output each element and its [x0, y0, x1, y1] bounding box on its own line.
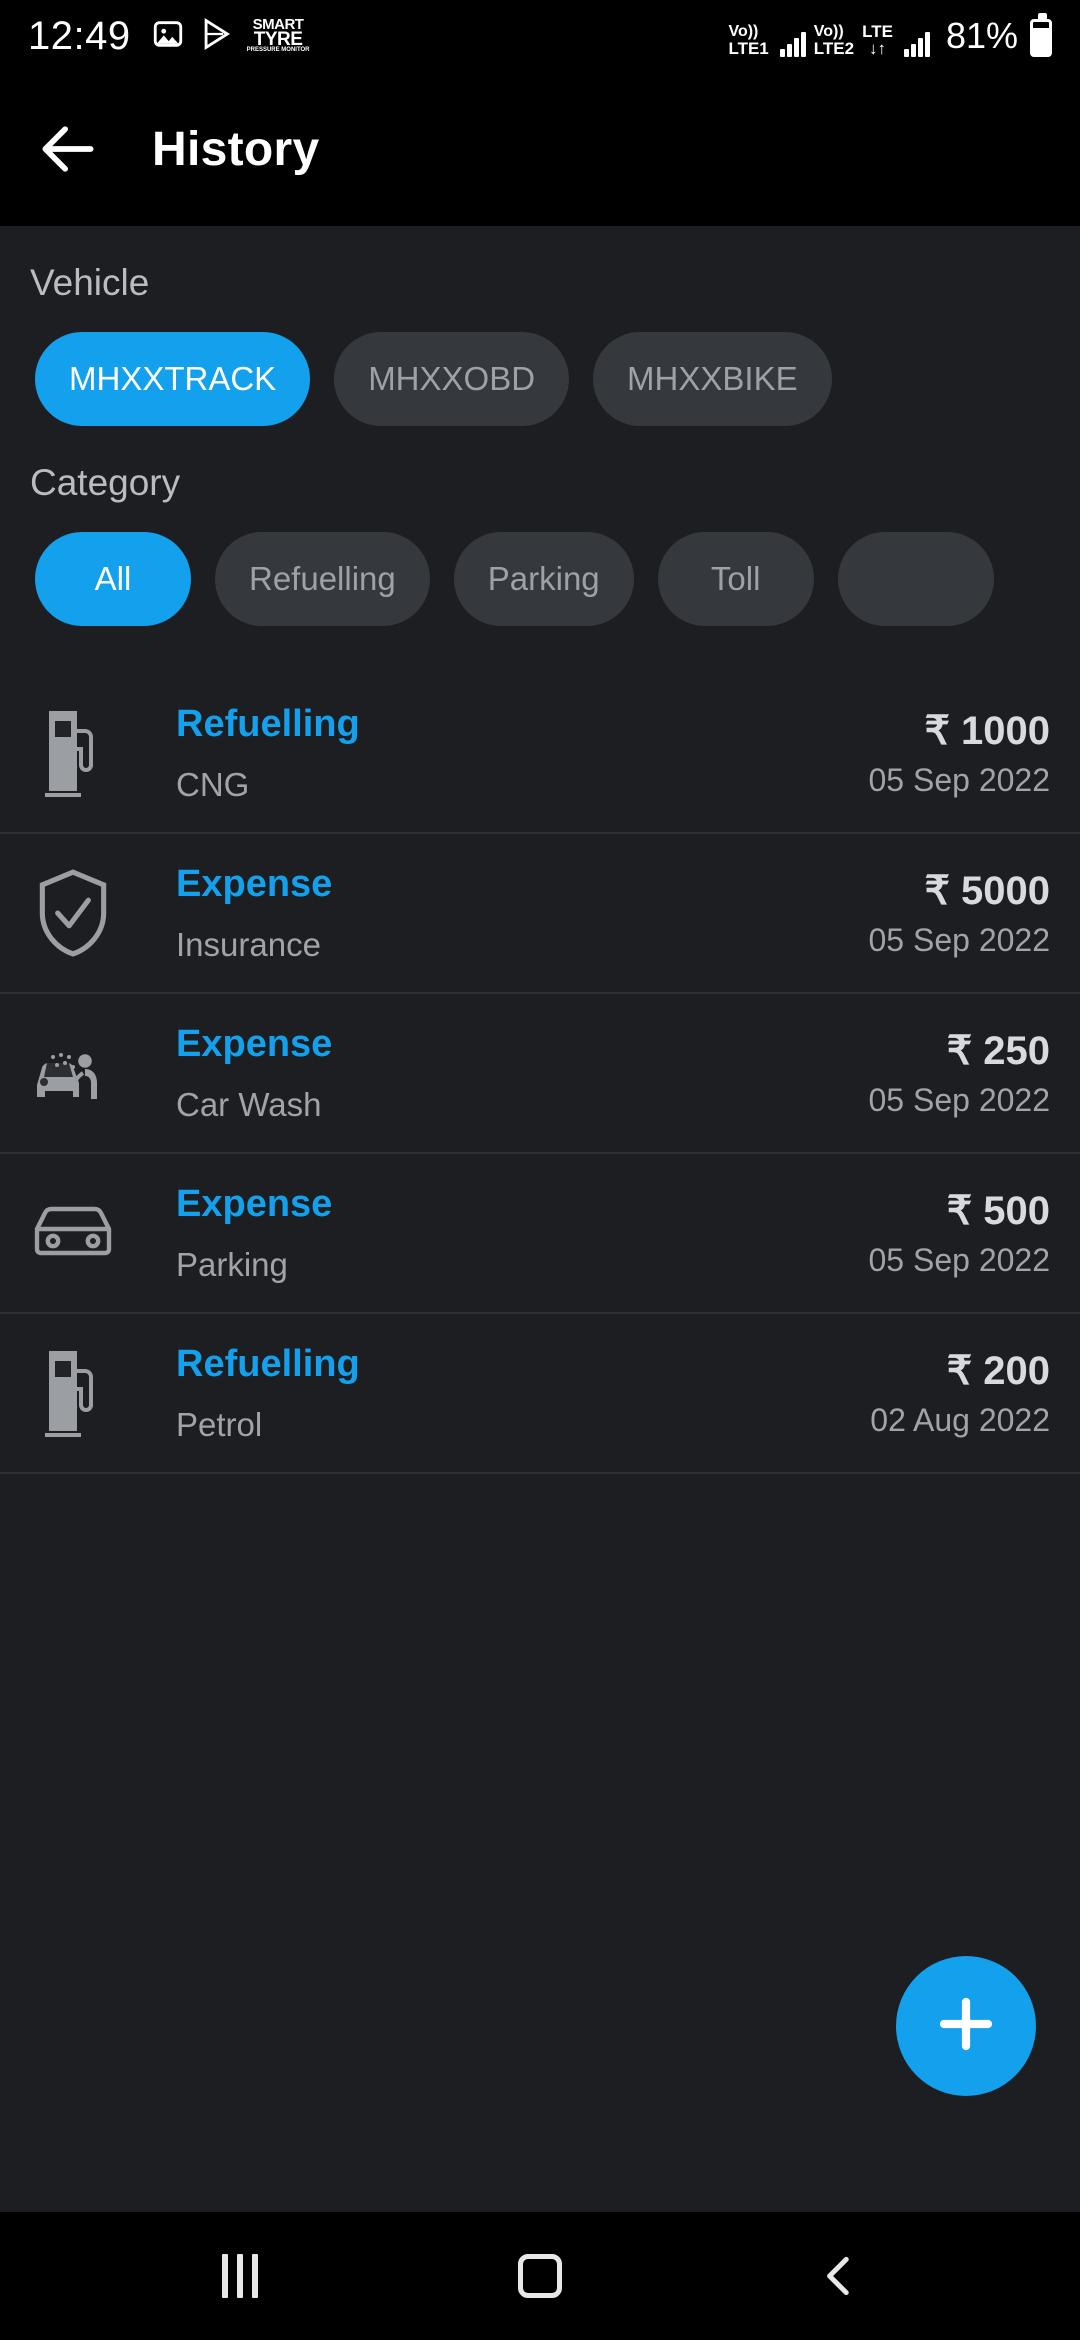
photo-icon: [151, 17, 185, 56]
sim1-signal-icon: [779, 31, 806, 57]
fuel-pump-icon: [18, 1345, 128, 1441]
sim2-volte-indicator: Vo)) LTE2: [813, 23, 855, 58]
category-chip-all[interactable]: All: [35, 532, 191, 626]
row-title: Expense: [176, 1022, 333, 1065]
row-subtitle: Petrol: [176, 1405, 263, 1443]
fuel-pump-icon: [18, 705, 128, 801]
mobile-data-icon: LTE ↓↑: [862, 22, 893, 58]
row-amount-block: ₹ 1000 05 Sep 2022: [820, 708, 1051, 799]
vehicle-chip-mhxxobd[interactable]: MHXXOBD: [334, 332, 570, 426]
row-amount: ₹ 500: [946, 1188, 1050, 1233]
back-icon[interactable]: [780, 2216, 900, 2336]
arrow-left-icon[interactable]: [34, 115, 102, 183]
table-row[interactable]: Refuelling CNG ₹ 1000 05 Sep 2022: [0, 674, 1080, 834]
row-date: 05 Sep 2022: [868, 1081, 1051, 1118]
app-screen: 12:49 SMART TYRE PRESSURE MONITOR Vo)) L…: [0, 0, 1080, 2340]
row-text-block: Expense Insurance: [128, 863, 820, 964]
play-store-icon: [199, 17, 233, 56]
row-amount-block: ₹ 200 02 Aug 2022: [820, 1348, 1050, 1439]
home-icon[interactable]: [480, 2216, 600, 2336]
category-filter-label: Category: [30, 462, 181, 503]
status-bar: 12:49 SMART TYRE PRESSURE MONITOR Vo)) L…: [0, 0, 1080, 72]
table-row[interactable]: Expense Parking ₹ 500 05 Sep 2022: [0, 1154, 1080, 1314]
home-glyph: [518, 2254, 562, 2298]
row-amount: ₹ 5000: [924, 868, 1050, 913]
category-chip-row[interactable]: All Refuelling Parking Toll: [0, 504, 1080, 626]
table-row[interactable]: Expense Insurance ₹ 5000 05 Sep 2022: [0, 834, 1080, 994]
recents-icon[interactable]: [180, 2216, 300, 2336]
battery-icon: [1030, 13, 1052, 57]
row-date: 05 Sep 2022: [868, 761, 1051, 798]
recents-glyph: [222, 2254, 258, 2298]
smart-tyre-logo: SMART TYRE PRESSURE MONITOR: [246, 16, 310, 53]
row-title: Expense: [176, 1182, 333, 1225]
shield-check-icon: [18, 867, 128, 959]
table-row[interactable]: Expense Car Wash ₹ 250 05 Sep 2022: [0, 994, 1080, 1154]
row-subtitle: Insurance: [176, 925, 321, 963]
table-row[interactable]: Refuelling Petrol ₹ 200 02 Aug 2022: [0, 1314, 1080, 1474]
app-bar: History: [0, 72, 1080, 226]
battery-percent: 81%: [945, 15, 1018, 56]
row-amount-block: ₹ 5000 05 Sep 2022: [820, 868, 1051, 959]
row-title: Refuelling: [176, 1342, 360, 1385]
row-amount: ₹ 200: [946, 1348, 1050, 1393]
sim1-volte-indicator: Vo)) LTE1: [728, 23, 769, 58]
row-title: Refuelling: [176, 702, 360, 745]
row-date: 02 Aug 2022: [870, 1401, 1050, 1438]
status-bar-clock: 12:49: [28, 13, 131, 58]
add-entry-fab[interactable]: [896, 1956, 1036, 2096]
row-text-block: Expense Car Wash: [128, 1023, 820, 1124]
category-chip-refuelling[interactable]: Refuelling: [215, 532, 430, 626]
history-list: Refuelling CNG ₹ 1000 05 Sep 2022 Expens…: [0, 674, 1080, 1474]
row-date: 05 Sep 2022: [868, 1241, 1051, 1278]
row-amount-block: ₹ 500 05 Sep 2022: [820, 1188, 1051, 1279]
status-bar-notification-icons: SMART TYRE PRESSURE MONITOR: [151, 17, 310, 56]
category-chip-parking[interactable]: Parking: [453, 532, 634, 626]
car-front-icon: [18, 1197, 128, 1269]
sim2-signal-icon: [903, 31, 930, 57]
row-amount: ₹ 250: [946, 1028, 1050, 1073]
row-text-block: Refuelling CNG: [128, 703, 820, 804]
row-amount-block: ₹ 250 05 Sep 2022: [820, 1028, 1051, 1119]
row-subtitle: CNG: [176, 765, 250, 803]
plus-icon: [933, 1991, 999, 2062]
car-wash-icon: [18, 1031, 128, 1115]
category-chip-toll[interactable]: Toll: [657, 532, 814, 626]
system-nav-bar: [0, 2212, 1080, 2340]
page-title: History: [152, 122, 320, 176]
row-date: 05 Sep 2022: [868, 921, 1051, 958]
row-amount: ₹ 1000: [924, 708, 1050, 753]
row-subtitle: Parking: [176, 1245, 288, 1283]
row-subtitle: Car Wash: [176, 1085, 322, 1123]
row-text-block: Expense Parking: [128, 1183, 820, 1284]
row-title: Expense: [176, 862, 333, 905]
status-bar-right-icons: Vo)) LTE1 Vo)) LTE2 LTE ↓↑ 81%: [728, 13, 1052, 58]
screen-body: Vehicle MHXXTRACK MHXXOBD MHXXBIKE Categ…: [0, 226, 1080, 2212]
vehicle-chip-mhxxtrack[interactable]: MHXXTRACK: [35, 332, 311, 426]
category-chip-next-partial[interactable]: [837, 532, 994, 626]
row-text-block: Refuelling Petrol: [128, 1343, 820, 1444]
vehicle-chip-row[interactable]: MHXXTRACK MHXXOBD MHXXBIKE: [0, 304, 1080, 426]
vehicle-chip-mhxxbike[interactable]: MHXXBIKE: [593, 332, 832, 426]
vehicle-filter-label: Vehicle: [30, 262, 150, 303]
